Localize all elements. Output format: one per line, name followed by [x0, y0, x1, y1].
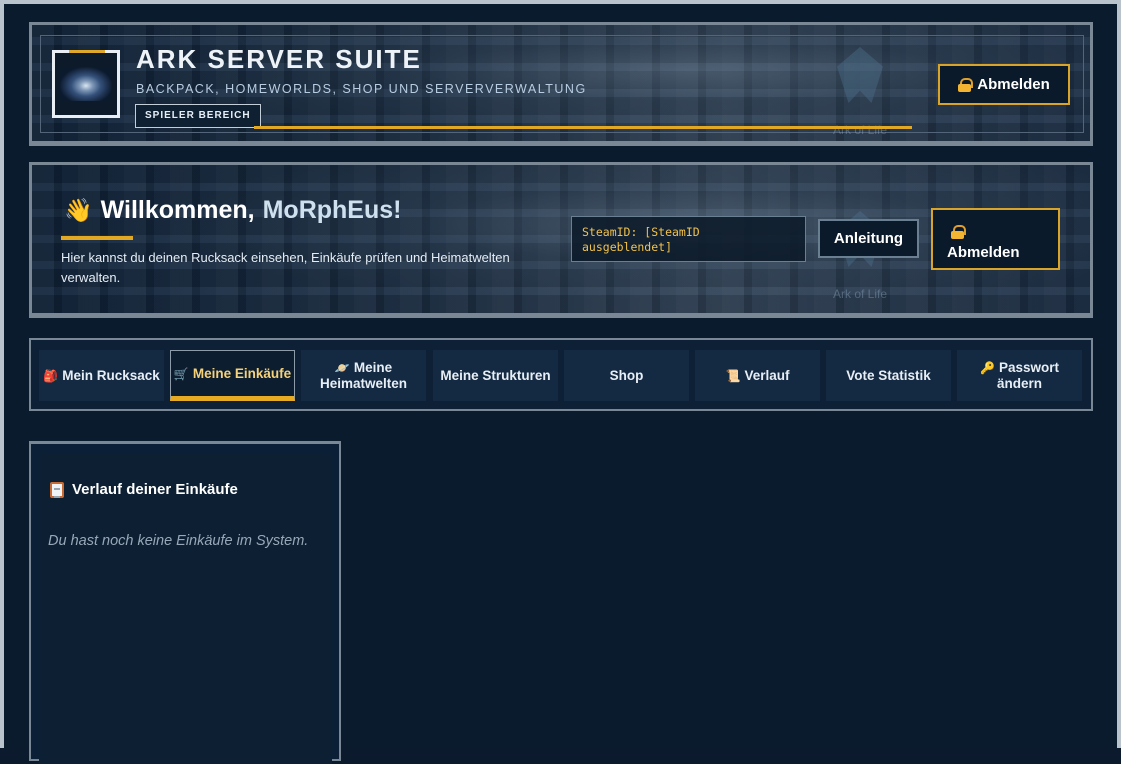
header-accent-line [254, 126, 912, 129]
scroll-icon: 📜 [725, 368, 741, 383]
lock-icon [958, 77, 974, 92]
tab-rucksack[interactable]: 🎒 Mein Rucksack [39, 350, 164, 401]
username: MoRphEus! [262, 196, 402, 224]
logout-label: Abmelden [977, 76, 1050, 93]
welcome-description: Hier kannst du deinen Rucksack einsehen,… [61, 250, 510, 285]
tab-label: Verlauf [744, 367, 790, 383]
tab-label: Shop [609, 368, 644, 383]
space-station-logo-icon [60, 67, 112, 101]
logo-accent [69, 50, 105, 53]
app-title: ARK SERVER SUITE [136, 44, 422, 74]
greeting-text: Willkommen, [100, 196, 255, 224]
logout-button-header[interactable]: Abmelden [938, 64, 1070, 105]
tab-einkaeufe[interactable]: 🛒 Meine Einkäufe [170, 350, 295, 401]
guide-button[interactable]: Anleitung [818, 219, 919, 258]
tab-heimatwelten[interactable]: 🪐 Meine Heimatwelten [301, 350, 426, 401]
backpack-icon: 🎒 [43, 368, 59, 383]
tab-passwort[interactable]: 🔑 Passwort ändern [957, 350, 1082, 401]
tab-verlauf[interactable]: 📜 Verlauf [695, 350, 820, 401]
clipboard-icon [50, 481, 64, 498]
tab-shop[interactable]: Shop [564, 350, 689, 401]
tab-label: Meine Einkäufe [192, 365, 292, 381]
tab-vote-statistik[interactable]: Vote Statistik [826, 350, 951, 401]
card-title: Verlauf deiner Einkäufe [50, 481, 238, 498]
card-body [39, 454, 332, 764]
logout-button-welcome[interactable]: Abmelden [931, 208, 1060, 270]
card-title-text: Verlauf deiner Einkäufe [72, 481, 238, 498]
welcome-watermark: Ark of Life [833, 287, 888, 301]
tab-label: Mein Rucksack [62, 367, 160, 383]
logout-label: Abmelden [947, 244, 1020, 261]
steamid-display: SteamID: [SteamID ausgeblendet] [571, 216, 806, 262]
tab-label: Meine Heimatwelten [319, 360, 408, 391]
tab-label: Meine Strukturen [440, 368, 551, 383]
tab-strukturen[interactable]: Meine Strukturen [433, 350, 558, 401]
welcome-accent-line [61, 236, 133, 240]
empty-state-message: Du hast noch keine Einkäufe im System. [48, 533, 309, 549]
lock-icon [951, 225, 966, 239]
waving-hand-icon: 👋 [64, 197, 93, 223]
key-icon: 🔑 [980, 361, 995, 375]
app-subtitle: BACKPACK, HOMEWORLDS, SHOP UND SERVERVER… [136, 82, 587, 96]
tab-label: Passwort ändern [996, 360, 1059, 391]
tab-label: Vote Statistik [846, 368, 931, 383]
app-logo [52, 50, 120, 118]
planet-icon: 🪐 [334, 361, 350, 375]
role-badge: SPIELER BEREICH [135, 104, 261, 128]
welcome-heading: 👋 Willkommen, MoRphEus! [64, 196, 401, 225]
cart-icon: 🛒 [173, 366, 189, 381]
